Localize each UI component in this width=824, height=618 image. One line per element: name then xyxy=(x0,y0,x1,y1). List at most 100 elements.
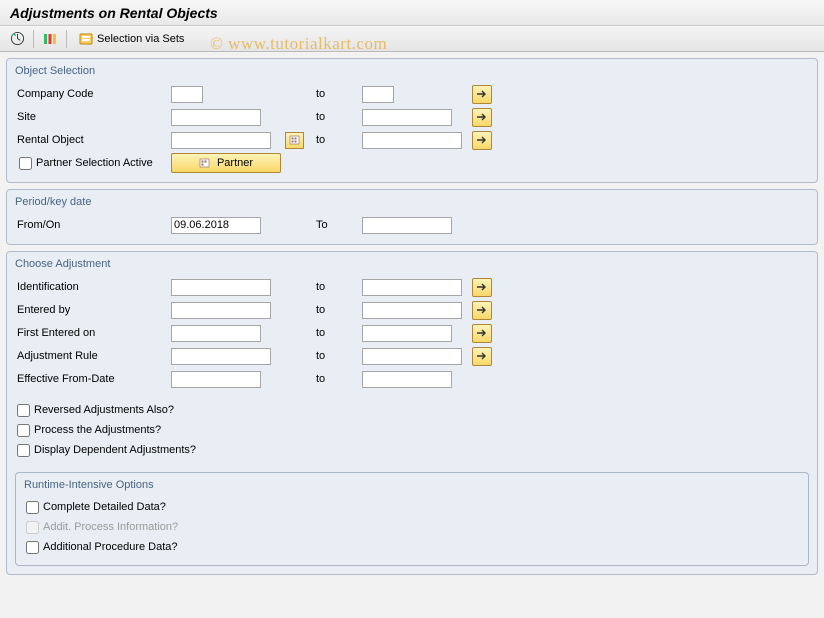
period-title: Period/key date xyxy=(15,194,809,210)
search-help-icon xyxy=(289,135,301,146)
effective-from-to-label: to xyxy=(314,373,362,385)
arrow-right-icon xyxy=(476,89,488,99)
entered-by-label: Entered by xyxy=(15,304,171,316)
sets-icon xyxy=(79,33,93,45)
entered-by-from-input[interactable] xyxy=(171,302,271,319)
addit-process-checkbox xyxy=(26,521,39,534)
site-to-input[interactable] xyxy=(362,109,452,126)
effective-from-row: Effective From-Date to xyxy=(15,368,809,390)
identification-label: Identification xyxy=(15,281,171,293)
reversed-adjustments-checkbox[interactable] xyxy=(17,404,30,417)
arrow-right-icon xyxy=(476,351,488,361)
partner-selection-active-label: Partner Selection Active xyxy=(36,157,153,169)
company-code-range-button[interactable] xyxy=(472,85,492,104)
partner-button[interactable]: Partner xyxy=(171,153,281,173)
first-entered-on-to-input[interactable] xyxy=(362,325,452,342)
additional-procedure-row[interactable]: Additional Procedure Data? xyxy=(24,537,800,557)
site-row: Site to xyxy=(15,106,809,128)
first-entered-on-range-button[interactable] xyxy=(472,324,492,343)
complete-detailed-label: Complete Detailed Data? xyxy=(43,501,166,513)
object-selection-group: Object Selection Company Code to Site to… xyxy=(6,58,818,183)
display-dependent-row[interactable]: Display Dependent Adjustments? xyxy=(15,440,809,460)
title-bar: Adjustments on Rental Objects xyxy=(0,0,824,26)
from-on-row: From/On To xyxy=(15,214,809,236)
process-adjustments-label: Process the Adjustments? xyxy=(34,424,161,436)
effective-from-to-input[interactable] xyxy=(362,371,452,388)
arrow-right-icon xyxy=(476,305,488,315)
reversed-adjustments-label: Reversed Adjustments Also? xyxy=(34,404,174,416)
addit-process-row: Addit. Process Information? xyxy=(24,517,800,537)
partner-icon xyxy=(199,158,211,169)
period-group: Period/key date From/On To xyxy=(6,189,818,245)
toolbar-separator xyxy=(66,30,67,48)
company-code-from-input[interactable] xyxy=(171,86,203,103)
first-entered-on-from-input[interactable] xyxy=(171,325,261,342)
effective-from-label: Effective From-Date xyxy=(15,373,171,385)
page-title: Adjustments on Rental Objects xyxy=(10,5,218,21)
effective-from-from-input[interactable] xyxy=(171,371,261,388)
reversed-adjustments-row[interactable]: Reversed Adjustments Also? xyxy=(15,400,809,420)
execute-icon[interactable] xyxy=(6,29,28,49)
entered-by-to-label: to xyxy=(314,304,362,316)
site-label: Site xyxy=(15,111,171,123)
toolbar-separator xyxy=(33,30,34,48)
arrow-right-icon xyxy=(476,135,488,145)
selection-via-sets-label: Selection via Sets xyxy=(97,33,184,45)
identification-from-input[interactable] xyxy=(171,279,271,296)
identification-to-label: to xyxy=(314,281,362,293)
rental-object-search-help-button[interactable] xyxy=(285,132,304,149)
identification-row: Identification to xyxy=(15,276,809,298)
from-on-label: From/On xyxy=(15,219,171,231)
complete-detailed-row[interactable]: Complete Detailed Data? xyxy=(24,497,800,517)
arrow-right-icon xyxy=(476,112,488,122)
partner-selection-active-checkbox-wrap[interactable]: Partner Selection Active xyxy=(17,153,171,173)
rental-object-to-label: to xyxy=(314,134,362,146)
rental-object-label: Rental Object xyxy=(15,134,171,146)
entered-by-row: Entered by to xyxy=(15,299,809,321)
partner-button-label: Partner xyxy=(217,157,253,169)
selection-via-sets-button[interactable]: Selection via Sets xyxy=(72,29,191,49)
partner-selection-row: Partner Selection Active Partner xyxy=(15,152,809,174)
display-dependent-label: Display Dependent Adjustments? xyxy=(34,444,196,456)
entered-by-range-button[interactable] xyxy=(472,301,492,320)
process-adjustments-row[interactable]: Process the Adjustments? xyxy=(15,420,809,440)
identification-to-input[interactable] xyxy=(362,279,462,296)
adjustment-rule-from-input[interactable] xyxy=(171,348,271,365)
additional-procedure-label: Additional Procedure Data? xyxy=(43,541,178,553)
rental-object-row: Rental Object to xyxy=(15,129,809,151)
from-on-to-label: To xyxy=(314,219,362,231)
adjustment-rule-row: Adjustment Rule to xyxy=(15,345,809,367)
arrow-right-icon xyxy=(476,282,488,292)
variant-icon[interactable] xyxy=(39,29,61,49)
display-dependent-checkbox[interactable] xyxy=(17,444,30,457)
complete-detailed-checkbox[interactable] xyxy=(26,501,39,514)
first-entered-on-row: First Entered on to xyxy=(15,322,809,344)
addit-process-label: Addit. Process Information? xyxy=(43,521,178,533)
choose-adjustment-title: Choose Adjustment xyxy=(15,256,809,272)
company-code-to-input[interactable] xyxy=(362,86,394,103)
first-entered-on-to-label: to xyxy=(314,327,362,339)
from-on-to-input[interactable] xyxy=(362,217,452,234)
site-to-label: to xyxy=(314,111,362,123)
rental-object-from-input[interactable] xyxy=(171,132,271,149)
adjustment-rule-to-input[interactable] xyxy=(362,348,462,365)
adjustment-rule-label: Adjustment Rule xyxy=(15,350,171,362)
runtime-intensive-group: Runtime-Intensive Options Complete Detai… xyxy=(15,472,809,566)
rental-object-to-input[interactable] xyxy=(362,132,462,149)
object-selection-title: Object Selection xyxy=(15,63,809,79)
site-from-input[interactable] xyxy=(171,109,261,126)
company-code-label: Company Code xyxy=(15,88,171,100)
site-range-button[interactable] xyxy=(472,108,492,127)
entered-by-to-input[interactable] xyxy=(362,302,462,319)
additional-procedure-checkbox[interactable] xyxy=(26,541,39,554)
choose-adjustment-group: Choose Adjustment Identification to Ente… xyxy=(6,251,818,575)
rental-object-range-button[interactable] xyxy=(472,131,492,150)
identification-range-button[interactable] xyxy=(472,278,492,297)
adjustment-rule-to-label: to xyxy=(314,350,362,362)
process-adjustments-checkbox[interactable] xyxy=(17,424,30,437)
company-code-to-label: to xyxy=(314,88,362,100)
from-on-input[interactable] xyxy=(171,217,261,234)
company-code-row: Company Code to xyxy=(15,83,809,105)
partner-selection-active-checkbox[interactable] xyxy=(19,157,32,170)
adjustment-rule-range-button[interactable] xyxy=(472,347,492,366)
